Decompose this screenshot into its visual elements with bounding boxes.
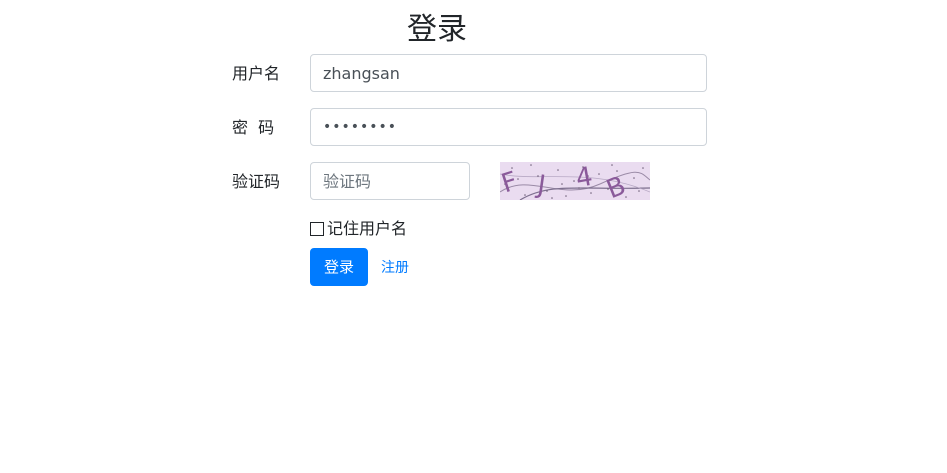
username-input[interactable] [310,54,707,92]
register-link[interactable]: 注册 [381,258,409,278]
checkbox-unchecked-icon[interactable] [310,222,324,236]
captcha-text-graphic: F J 4 B [500,162,630,200]
remember-username-label: 记住用户名 [327,219,408,238]
login-button[interactable]: 登录 [310,248,368,286]
captcha-label: 验证码 [232,172,281,191]
svg-text:F: F [500,166,521,199]
remember-username-checkbox[interactable]: 记住用户名 [310,218,407,240]
captcha-image[interactable]: F J 4 B [500,162,650,200]
captcha-input[interactable] [310,162,470,200]
password-label: 密 码 [232,118,275,137]
svg-text:4: 4 [574,162,596,194]
page-title: 登录 [407,12,467,47]
svg-text:J: J [534,170,548,200]
username-label: 用户名 [232,64,281,83]
svg-text:B: B [602,171,630,200]
password-input[interactable] [310,108,707,146]
